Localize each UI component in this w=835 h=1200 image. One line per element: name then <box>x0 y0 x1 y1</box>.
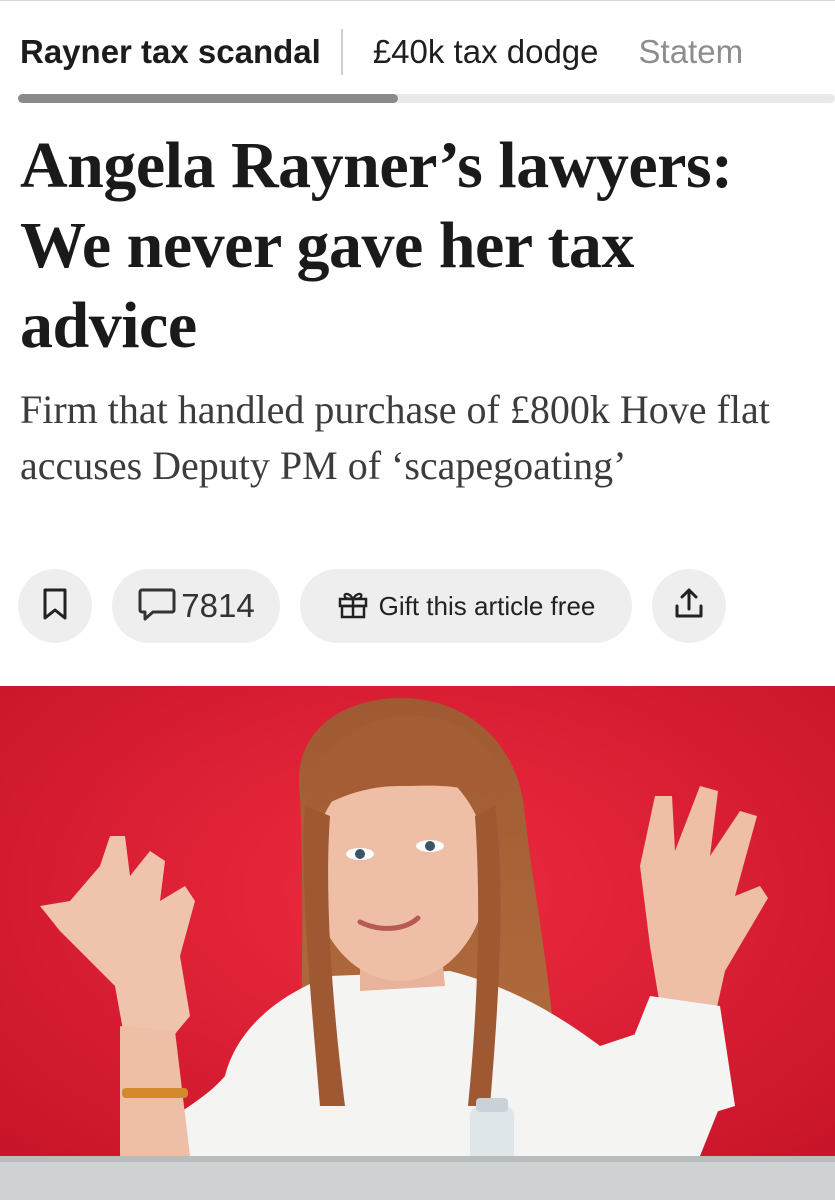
tab-divider <box>340 29 343 75</box>
tab-40k-tax-dodge[interactable]: £40k tax dodge <box>373 27 599 77</box>
tab-rayner-tax-scandal[interactable]: Rayner tax scandal <box>20 27 321 77</box>
tab-overflow-fade <box>765 21 835 85</box>
speech-bubble-icon <box>137 586 177 627</box>
article-headline: Angela Rayner’s lawyers: We never gave h… <box>20 129 733 362</box>
comment-count: 7814 <box>181 587 255 624</box>
bookmark-icon <box>40 587 70 626</box>
share-icon <box>672 587 706 626</box>
hero-photo-illustration <box>0 686 835 1200</box>
topic-tabs: Rayner tax scandal £40k tax dodge Statem <box>20 27 743 77</box>
gift-article-button[interactable]: Gift this article free <box>300 569 632 643</box>
article-standfirst: Firm that handled purchase of £800k Hove… <box>20 387 770 488</box>
tab-statement[interactable]: Statem <box>639 27 744 77</box>
share-button[interactable] <box>652 569 726 643</box>
bookmark-button[interactable] <box>18 569 92 643</box>
hero-photo[interactable] <box>0 686 835 1200</box>
article-actions: 7814 Gift this article free <box>18 569 726 643</box>
tab-scroll-thumb[interactable] <box>18 94 398 103</box>
topic-nav: Rayner tax scandal £40k tax dodge Statem <box>0 0 835 104</box>
comments-button[interactable]: 7814 <box>112 569 280 643</box>
gift-icon <box>337 588 369 625</box>
gift-label: Gift this article free <box>378 590 596 621</box>
